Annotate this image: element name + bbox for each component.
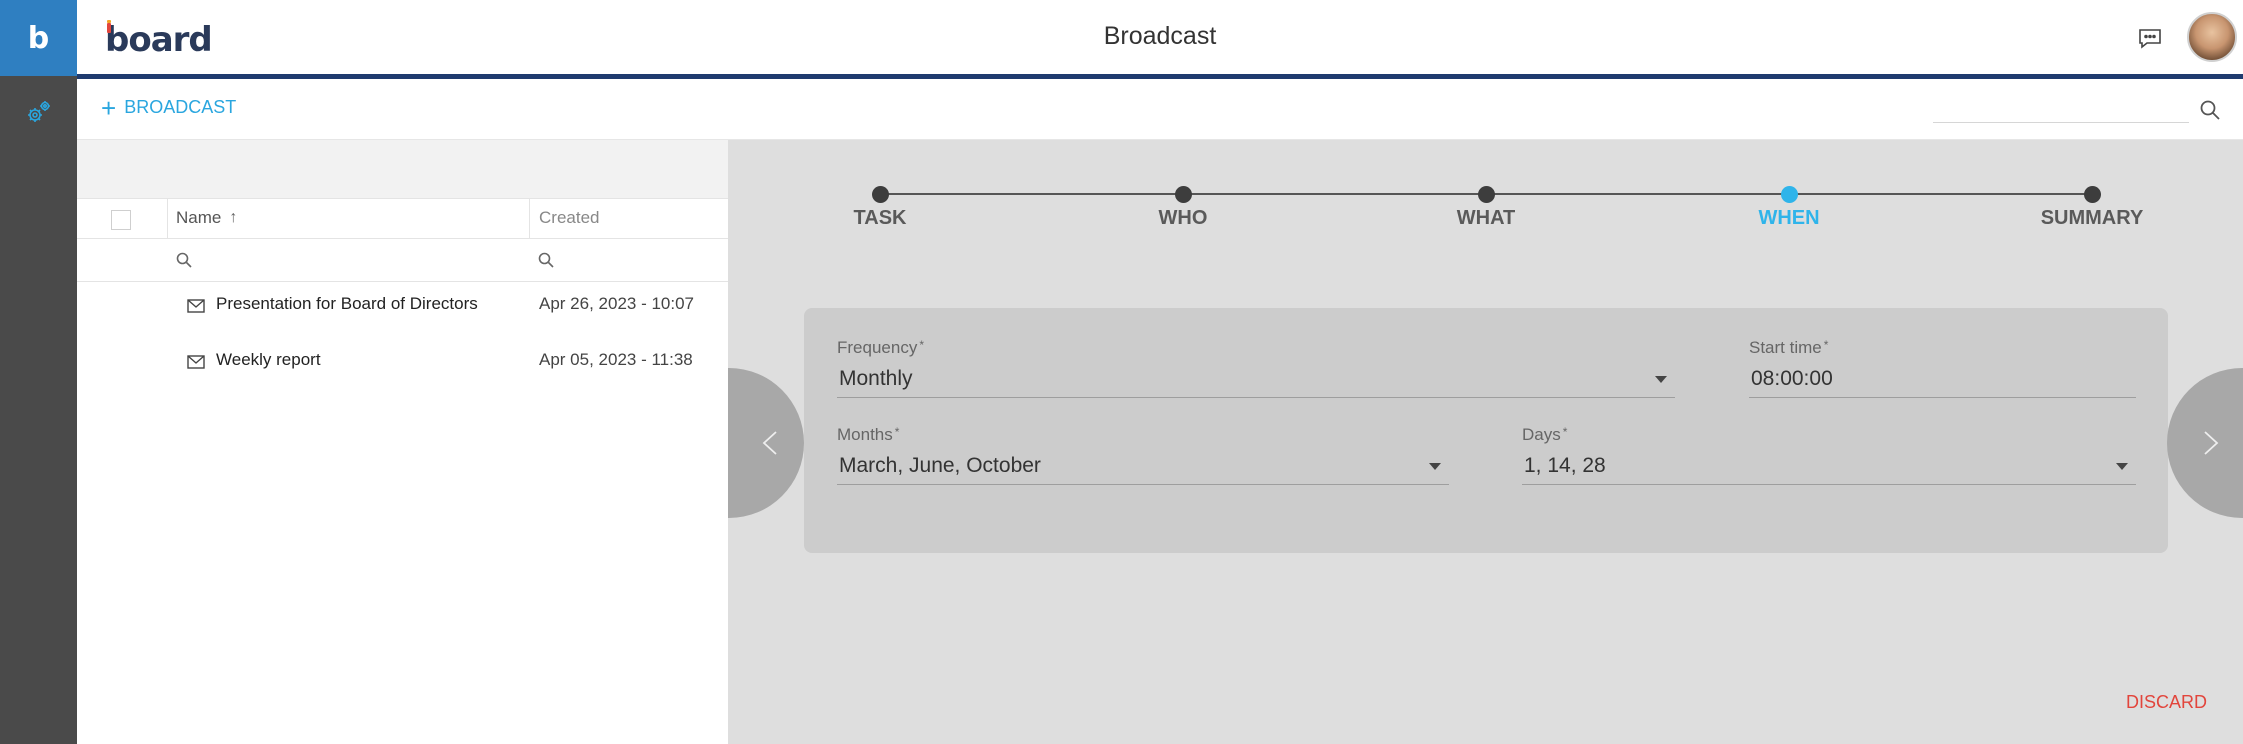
- step-dot: [1174, 186, 1192, 203]
- column-header-created[interactable]: Created: [539, 208, 599, 228]
- logo-accent-red: [107, 23, 111, 33]
- mail-icon: [187, 298, 205, 313]
- start-time-field: Start time * 08:00:00: [1749, 338, 2136, 398]
- row-name: Weekly report: [216, 350, 321, 369]
- months-label-text: Months: [837, 425, 893, 444]
- step-dot: [1780, 186, 1798, 203]
- column-divider: [167, 199, 168, 239]
- step-dot: [2083, 186, 2101, 203]
- brand-name: board: [105, 20, 213, 60]
- days-field: Days * 1, 14, 28: [1522, 425, 2136, 485]
- frequency-label-text: Frequency: [837, 338, 918, 357]
- action-bar: + BROADCAST: [77, 79, 2243, 140]
- months-select[interactable]: March, June, October: [837, 451, 1449, 485]
- top-bar: board Broadcast: [77, 0, 2243, 74]
- next-step-button[interactable]: [2167, 368, 2243, 518]
- months-field: Months * March, June, October: [837, 425, 1449, 485]
- column-divider: [529, 199, 530, 239]
- required-mark: *: [919, 338, 924, 352]
- frequency-field: Frequency * Monthly: [837, 338, 1675, 398]
- list-row[interactable]: Weekly report Apr 05, 2023 - 11:38: [77, 338, 728, 394]
- step-label: WHAT: [1456, 207, 1516, 229]
- settings-gears-icon[interactable]: [24, 98, 54, 128]
- start-time-value: 08:00:00: [1751, 367, 1833, 390]
- start-time-label: Start time *: [1749, 338, 2136, 358]
- user-avatar[interactable]: [2187, 12, 2237, 62]
- filter-created-search-icon[interactable]: [537, 251, 555, 269]
- list-rows: Presentation for Board of Directors Apr …: [77, 282, 728, 394]
- step-dot: [1477, 186, 1495, 203]
- months-label: Months *: [837, 425, 1449, 445]
- days-label-text: Days: [1522, 425, 1561, 444]
- chevron-down-icon: [1655, 376, 1667, 383]
- required-mark: *: [1562, 425, 1568, 439]
- wizard-stepper: TASK WHO WHAT WHEN SUMMARY: [728, 140, 2243, 240]
- step-label: TASK: [853, 207, 907, 229]
- chat-icon[interactable]: [2137, 26, 2163, 50]
- list-row[interactable]: Presentation for Board of Directors Apr …: [77, 282, 728, 338]
- row-created: Apr 05, 2023 - 11:38: [539, 350, 693, 369]
- step-summary[interactable]: SUMMARY: [2022, 186, 2162, 230]
- column-header-name[interactable]: Name ↑: [176, 208, 237, 228]
- days-select[interactable]: 1, 14, 28: [1522, 451, 2136, 485]
- board-logo: board: [105, 20, 215, 60]
- step-label: WHEN: [1758, 207, 1820, 229]
- search-icon[interactable]: [2199, 99, 2223, 123]
- row-name: Presentation for Board of Directors: [216, 294, 478, 313]
- days-value: 1, 14, 28: [1524, 454, 1606, 477]
- step-dot: [871, 186, 889, 203]
- step-who[interactable]: WHO: [1113, 186, 1253, 230]
- start-time-input[interactable]: 08:00:00: [1749, 364, 2136, 398]
- required-mark: *: [1823, 338, 1829, 352]
- frequency-select[interactable]: Monthly: [837, 364, 1675, 398]
- months-value: March, June, October: [839, 454, 1041, 477]
- page-title: Broadcast: [1103, 22, 1217, 50]
- step-when[interactable]: WHEN: [1719, 186, 1859, 230]
- discard-button[interactable]: DISCARD: [2126, 692, 2207, 713]
- filter-name-search-icon[interactable]: [175, 251, 193, 269]
- plus-icon: +: [101, 92, 117, 123]
- start-time-label-text: Start time: [1749, 338, 1822, 357]
- chevron-down-icon: [1429, 463, 1441, 470]
- add-broadcast-button[interactable]: + BROADCAST: [101, 92, 237, 123]
- when-form-card: Frequency * Monthly Start time * 08:00:00 …: [804, 308, 2168, 553]
- list-header: Name ↑ Created: [77, 199, 728, 239]
- row-created: Apr 26, 2023 - 10:07: [539, 294, 695, 313]
- step-task[interactable]: TASK: [810, 186, 950, 230]
- home-logo-button[interactable]: b: [0, 0, 77, 76]
- left-rail: b: [0, 0, 77, 744]
- frequency-value: Monthly: [839, 367, 913, 390]
- logo-letter: b: [27, 20, 50, 56]
- add-broadcast-label: BROADCAST: [124, 97, 237, 117]
- chevron-down-icon: [2116, 463, 2128, 470]
- select-all-checkbox[interactable]: [111, 210, 131, 230]
- column-header-name-label: Name: [176, 208, 222, 227]
- step-label: SUMMARY: [2040, 207, 2144, 229]
- broadcast-wizard: TASK WHO WHAT WHEN SUMMARY Frequency * M…: [728, 140, 2243, 744]
- app-root: b board Broadcast + BROADCAST Name ↑ Cre…: [0, 0, 2243, 744]
- previous-step-button[interactable]: [728, 368, 804, 518]
- list-toolbar: [77, 140, 728, 199]
- days-label: Days *: [1522, 425, 2136, 445]
- frequency-label: Frequency *: [837, 338, 1675, 358]
- sort-ascending-icon: ↑: [229, 209, 238, 226]
- step-label: WHO: [1158, 207, 1208, 229]
- filter-row: [77, 239, 728, 282]
- required-mark: *: [894, 425, 900, 439]
- mail-icon: [187, 354, 205, 369]
- step-what[interactable]: WHAT: [1416, 186, 1556, 230]
- search-box: [1933, 99, 2223, 123]
- search-input[interactable]: [1933, 99, 2189, 123]
- broadcast-list-panel: Name ↑ Created Presentation for Board of…: [77, 140, 728, 744]
